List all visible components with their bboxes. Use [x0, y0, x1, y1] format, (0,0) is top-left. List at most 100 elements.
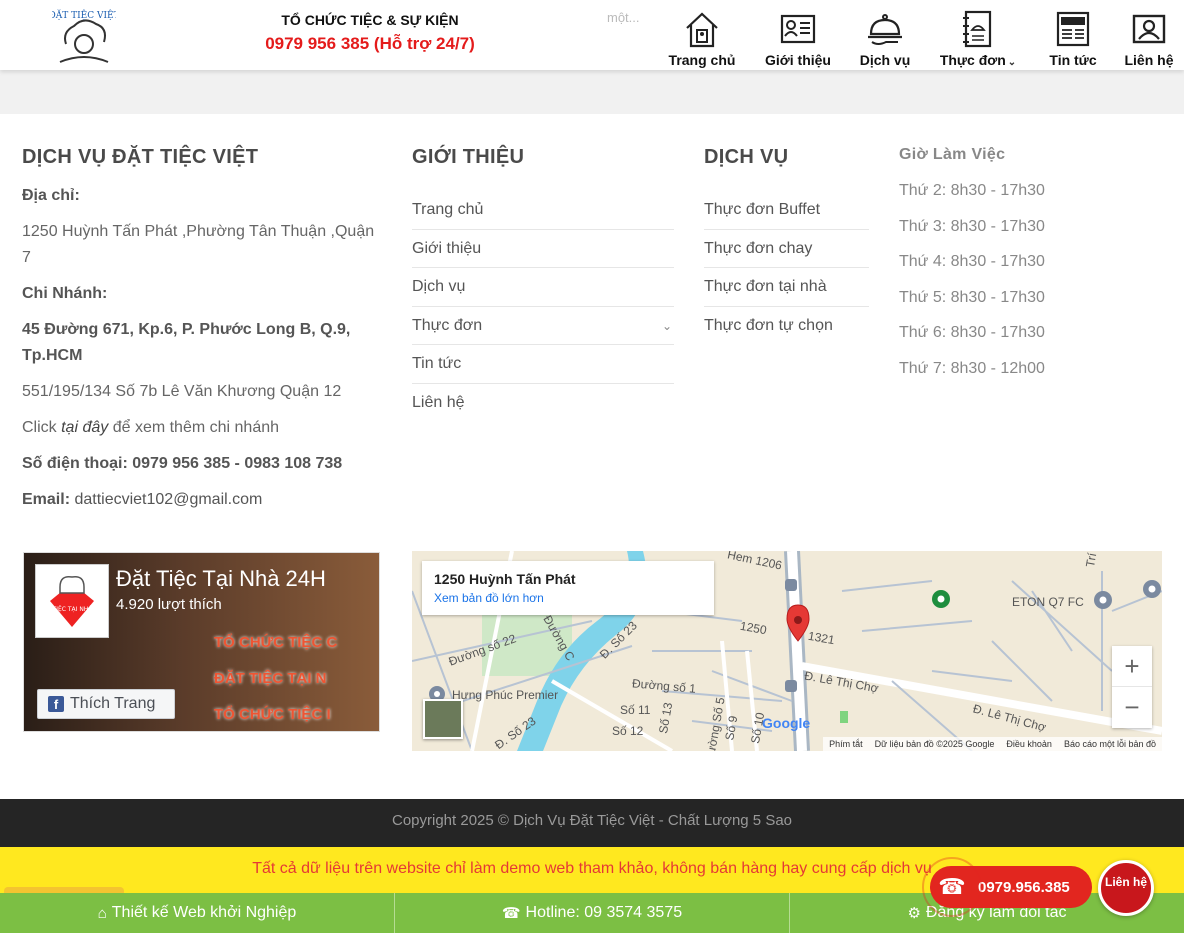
branch-label: Chi Nhánh: — [22, 285, 108, 302]
nav-label: Trang chủ — [668, 52, 736, 68]
copyright-bar: Copyright 2025 © Dịch Vụ Đặt Tiệc Việt -… — [0, 799, 1184, 847]
like-label: Thích Trang — [70, 695, 156, 712]
map-zoom-controls: + − — [1112, 646, 1152, 728]
floating-contact-button[interactable]: Liên hệ — [1098, 860, 1154, 916]
nav-item-menu[interactable]: Thực đơn ⌄ — [924, 8, 1032, 70]
nav-label: Giới thiệu — [765, 52, 831, 68]
satellite-toggle[interactable] — [423, 699, 463, 739]
logo-text: ĐẶT TIỆC VIỆT — [52, 9, 116, 21]
phone-line: Số điện thoại: 0979 956 385 - 0983 108 7… — [22, 455, 343, 472]
contact-icon — [1132, 14, 1166, 44]
profile-card-icon — [780, 14, 816, 44]
click-pre: Click — [22, 419, 62, 436]
hotline-title: TỔ CHỨC TIỆC & SỰ KIỆN — [281, 12, 459, 28]
map-street-label: Số 12 — [612, 724, 644, 738]
hotline-button[interactable]: ☎ Hotline: 09 3574 3575 — [395, 893, 790, 933]
about-menu-list: Trang chủ Giới thiệu Dịch vụ Thực đơn ⌄ T… — [412, 191, 674, 422]
startup-label: Thiết kế Web khởi Nghiệp — [111, 904, 297, 921]
email-link[interactable]: dattiecviet102@gmail.com — [70, 491, 262, 508]
footer-link-contact[interactable]: Liên hệ — [412, 384, 674, 423]
about-title: GIỚI THIỆU — [412, 146, 525, 168]
branch-2: 551/195/134 Số 7b Lê Văn Khương Quận 12 — [22, 383, 342, 400]
main-nav: Trang chủ Giới thiệu Dịch vụ Thực đơn ⌄ T… — [654, 8, 1184, 70]
map-place-label: ETON Q7 FC — [1012, 595, 1084, 609]
map-data-credit: Dữ liệu bản đồ ©2025 Google — [874, 739, 995, 749]
nav-label: Thực đơn ⌄ — [940, 52, 1016, 68]
footer-link-about[interactable]: Giới thiệu — [412, 230, 674, 268]
nav-label: Tin tức — [1049, 52, 1097, 68]
footer-link-news[interactable]: Tin tức — [412, 345, 674, 384]
facebook-page-avatar[interactable]: ĐẶT TIỆC TẠI NHÀ 24h — [35, 564, 109, 638]
nav-label: Liên hệ — [1124, 52, 1174, 68]
footer-link-buffet[interactable]: Thực đơn Buffet — [704, 191, 869, 230]
services-title: DỊCH VỤ — [704, 146, 789, 168]
hours-row: Thứ 7: 8h30 - 12h00 — [899, 359, 1045, 377]
nav-label: Dịch vụ — [859, 52, 911, 68]
branch-more-link[interactable]: tại đây — [61, 419, 108, 436]
banner-line: ĐẶT TIỆC TẠI N — [214, 670, 327, 687]
nav-item-news[interactable]: Tin tức — [1032, 8, 1114, 70]
map-terms-link[interactable]: Điều khoản — [1006, 737, 1052, 751]
facebook-icon: f — [48, 696, 64, 712]
gray-band — [0, 70, 1184, 114]
nav-label-text: Thực đơn — [939, 52, 1006, 68]
hours-row: Thứ 4: 8h30 - 17h30 — [899, 253, 1045, 271]
map-street-label: Trí — [1082, 551, 1100, 569]
services-menu-list: Thực đơn Buffet Thực đơn chay Thực đơn t… — [704, 191, 869, 345]
call-number: 0979.956.385 — [978, 878, 1070, 896]
chat-label: Liên hệ — [1104, 875, 1147, 889]
map-shortcuts-link[interactable]: Phím tắt — [829, 737, 863, 751]
phone-icon[interactable]: ☎ — [932, 867, 972, 907]
footer-link-home-menu[interactable]: Thực đơn tại nhà — [704, 268, 869, 307]
address-label: Địa chỉ: — [22, 187, 80, 204]
home-icon: ⌂ — [97, 904, 107, 922]
hours-row: Thứ 2: 8h30 - 17h30 — [899, 182, 1045, 199]
site-logo[interactable]: ĐẶT TIỆC VIỆT — [52, 4, 116, 68]
facebook-cover-banner: TỔ CHỨC TIỆC C ĐẶT TIỆC TẠI N TỔ CHỨC TI… — [214, 628, 379, 731]
footer-link-home[interactable]: Trang chủ — [412, 191, 674, 230]
nav-item-home[interactable]: Trang chủ — [654, 8, 750, 70]
map-report-link[interactable]: Báo cáo một lỗi bản đồ — [1064, 737, 1156, 751]
chevron-down-icon[interactable]: ⌄ — [662, 307, 672, 345]
view-larger-map-link[interactable]: Xem bản đồ lớn hơn — [434, 591, 702, 605]
footer-link-services[interactable]: Dịch vụ — [412, 268, 674, 307]
map-place-label: Hưng Phúc Premier — [452, 688, 559, 702]
facebook-page-name[interactable]: Đặt Tiệc Tại Nhà 24H — [116, 566, 326, 592]
google-logo: Google — [762, 715, 811, 731]
nav-item-contact[interactable]: Liên hệ — [1114, 8, 1184, 70]
facebook-page-widget[interactable]: TỔ CHỨC TIỆC C ĐẶT TIỆC TẠI N TỔ CHỨC TI… — [23, 552, 380, 732]
nav-item-about[interactable]: Giới thiệu — [750, 8, 846, 70]
home-icon — [686, 12, 718, 48]
footer-link-custom-menu[interactable]: Thực đơn tự chọn — [704, 307, 869, 346]
hotline-block: TỔ CHỨC TIỆC & SỰ KIỆN 0979 956 385 (Hỗ … — [240, 12, 500, 54]
google-map[interactable]: Đường số 22 Đ. Số 23 Đường C Hưng Phúc P… — [412, 551, 1162, 751]
menu-book-icon — [963, 10, 992, 48]
startup-web-design-button[interactable]: ⌂ Thiết kế Web khởi Nghiệp — [0, 893, 395, 933]
nav-item-services[interactable]: Dịch vụ — [846, 8, 924, 70]
click-post: để xem thêm chi nhánh — [108, 419, 280, 436]
site-header: một... ĐẶT TIỆC VIỆT TỔ CHỨC TIỆC & SỰ K… — [0, 0, 1184, 70]
map-street-label: Số 11 — [620, 703, 651, 717]
hours-row: Thứ 6: 8h30 - 17h30 — [899, 324, 1045, 342]
facebook-like-count: 4.920 lượt thích — [116, 596, 222, 613]
hours-row: Thứ 3: 8h30 - 17h30 — [899, 217, 1045, 235]
hours-title: Giờ Làm Việc — [899, 146, 1006, 163]
footer-link-vegetarian[interactable]: Thực đơn chay — [704, 230, 869, 268]
map-attribution: Phím tắt Dữ liệu bản đồ ©2025 Google Điề… — [823, 737, 1162, 751]
hotline-phone[interactable]: 0979 956 385 (Hỗ trợ 24/7) — [240, 34, 500, 54]
footer-about-menu: GIỚI THIỆU Trang chủ Giới thiệu Dịch vụ … — [412, 146, 674, 422]
avatar-text: ĐẶT TIỆC TẠI NHÀ 24h — [38, 605, 106, 613]
serving-cloche-icon — [868, 14, 902, 45]
banner-line: TỔ CHỨC TIỆC C — [214, 634, 338, 651]
company-title: DỊCH VỤ ĐẶT TIỆC VIỆT — [22, 146, 259, 168]
zoom-out-button[interactable]: − — [1112, 687, 1152, 728]
footer-link-menu-label: Thực đơn — [412, 316, 483, 334]
footer-link-menu[interactable]: Thực đơn ⌄ — [412, 307, 674, 345]
chef-hat-icon: ĐẶT TIỆC TẠI NHÀ 24h — [38, 575, 106, 627]
zoom-in-button[interactable]: + — [1112, 646, 1152, 687]
address-text: 1250 Huỳnh Tấn Phát ,Phường Tân Thuận ,Q… — [22, 223, 375, 266]
footer-company-info: DỊCH VỤ ĐẶT TIỆC VIỆT Địa chỉ: 1250 Huỳn… — [22, 146, 382, 513]
footer-working-hours: Giờ Làm Việc Thứ 2: 8h30 - 17h30 Thứ 3: … — [899, 146, 1159, 394]
facebook-like-button[interactable]: f Thích Trang — [37, 689, 175, 719]
phone-icon: ☎ — [501, 905, 521, 922]
